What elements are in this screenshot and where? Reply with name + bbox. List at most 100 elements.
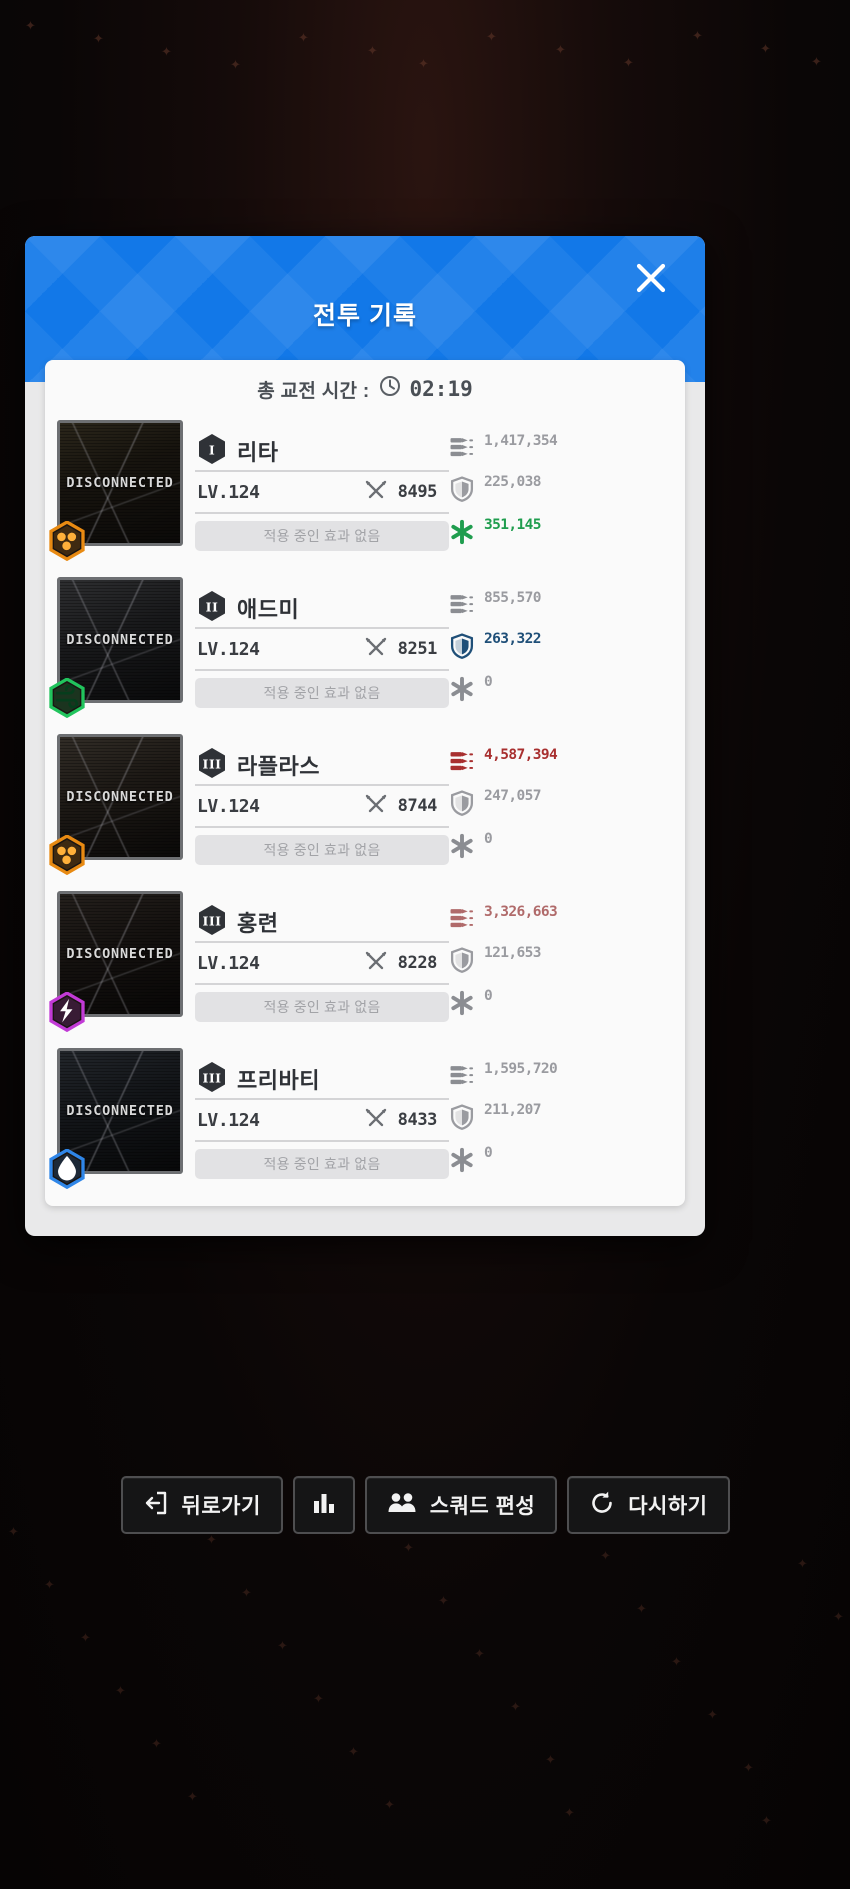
- stat-heal: 0: [449, 830, 669, 864]
- character-name-line: III 프리바티: [195, 1060, 449, 1100]
- svg-text:III: III: [202, 756, 221, 771]
- stat-damage: 3,326,663: [449, 903, 669, 935]
- character-info: III 라플라스 LV.124 8744 적용 중인 효과 없음: [185, 732, 449, 865]
- stat-heal: 0: [449, 673, 669, 707]
- squad-button-label: 스쿼드 편성: [429, 1495, 536, 1518]
- battle-record-modal: 전투 기록 총 교전 시간 : 02:19 DISCONNECTED I 리타 LV.…: [25, 236, 705, 1236]
- stat-tank: 247,057: [449, 787, 669, 821]
- character-name: 라플라스: [237, 754, 320, 779]
- stat-heal-value: 0: [484, 988, 493, 1004]
- kill-count-value: 8433: [397, 1110, 438, 1130]
- character-name: 애드미: [237, 597, 300, 622]
- shield-icon: [449, 630, 475, 664]
- character-row[interactable]: DISCONNECTED II 애드미 LV.124 8251 적용 중인 효과 없음 85…: [49, 575, 675, 723]
- rank-badge: II: [197, 590, 227, 627]
- kill-count-value: 8495: [397, 482, 438, 502]
- hex-fire-icon: [49, 520, 85, 562]
- stat-heal-value: 0: [484, 831, 493, 847]
- retry-button-label: 다시하기: [628, 1495, 708, 1518]
- hex-electric-icon: [49, 991, 85, 1033]
- character-row[interactable]: DISCONNECTED I 리타 LV.124 8495 적용 중인 효과 없음 1,41…: [49, 418, 675, 566]
- character-level: LV.124: [197, 952, 260, 974]
- disconnected-label: DISCONNECTED: [66, 1103, 174, 1119]
- character-info: III 홍련 LV.124 8228 적용 중인 효과 없음: [185, 889, 449, 1022]
- bullets-icon: [449, 746, 475, 778]
- character-info: III 프리바티 LV.124 8433 적용 중인 효과 없음: [185, 1046, 449, 1179]
- character-portrait-wrap: DISCONNECTED: [49, 418, 185, 562]
- kill-count-value: 8251: [397, 639, 438, 659]
- shield-icon: [449, 787, 475, 821]
- crossed-swords-icon: [364, 793, 388, 820]
- svg-text:II: II: [206, 599, 219, 614]
- svg-text:III: III: [202, 913, 221, 928]
- stat-tank-value: 121,653: [484, 945, 542, 961]
- character-stats: 4,587,394 247,057 0: [449, 732, 675, 864]
- character-name: 리타: [237, 440, 279, 465]
- character-name: 홍련: [237, 911, 279, 936]
- stats-button[interactable]: [292, 1476, 355, 1534]
- stat-damage: 1,595,720: [449, 1060, 669, 1092]
- character-row[interactable]: DISCONNECTED III 라플라스 LV.124 8744 적용 중인 효과 없음…: [49, 732, 675, 880]
- character-name-line: II 애드미: [195, 589, 449, 629]
- kill-count-group: 8251: [364, 636, 449, 663]
- stat-heal-value: 0: [484, 1145, 493, 1161]
- character-level-line: LV.124 8228: [195, 943, 449, 985]
- page-title: 전투 기록: [313, 302, 417, 330]
- character-stats: 1,417,354 225,038 351,145: [449, 418, 675, 550]
- stat-tank: 263,322: [449, 630, 669, 664]
- character-portrait-wrap: DISCONNECTED: [49, 889, 185, 1033]
- active-buff-label: 적용 중인 효과 없음: [195, 1149, 449, 1179]
- stat-tank: 211,207: [449, 1101, 669, 1135]
- bullets-icon: [449, 903, 475, 935]
- stat-damage-value: 1,417,354: [484, 433, 558, 449]
- shield-icon: [449, 473, 475, 507]
- total-battle-time-row: 총 교전 시간 : 02:19: [45, 360, 685, 418]
- battle-record-panel: 총 교전 시간 : 02:19 DISCONNECTED I 리타 LV.124 849…: [45, 360, 685, 1206]
- character-info: I 리타 LV.124 8495 적용 중인 효과 없음: [185, 418, 449, 551]
- shield-icon: [449, 944, 475, 978]
- back-button-label: 뒤로가기: [181, 1495, 261, 1518]
- stat-damage-value: 1,595,720: [484, 1061, 558, 1077]
- squad-button[interactable]: 스쿼드 편성: [364, 1476, 558, 1534]
- disconnected-label: DISCONNECTED: [66, 946, 174, 962]
- stat-damage-value: 3,326,663: [484, 904, 558, 920]
- active-buff-label: 적용 중인 효과 없음: [195, 678, 449, 708]
- character-row[interactable]: DISCONNECTED III 홍련 LV.124 8228 적용 중인 효과 없음 3,…: [49, 889, 675, 1037]
- character-level-line: LV.124 8251: [195, 629, 449, 671]
- bullets-icon: [449, 589, 475, 621]
- stat-tank-value: 247,057: [484, 788, 542, 804]
- background-sparkles-top: ✦ ✦ ✦ ✦ ✦ ✦ ✦ ✦ ✦ ✦ ✦ ✦ ✦: [25, 19, 822, 73]
- character-portrait-wrap: DISCONNECTED: [49, 575, 185, 719]
- stat-heal: 0: [449, 1144, 669, 1178]
- kill-count-group: 8744: [364, 793, 449, 820]
- rank-badge: III: [197, 1061, 227, 1098]
- disconnected-label: DISCONNECTED: [66, 789, 174, 805]
- character-level: LV.124: [197, 1109, 260, 1131]
- stat-heal: 351,145: [449, 516, 669, 550]
- crossed-swords-icon: [364, 479, 388, 506]
- character-level: LV.124: [197, 481, 260, 503]
- stat-heal-value: 351,145: [484, 517, 542, 533]
- character-stats: 855,570 263,322 0: [449, 575, 675, 707]
- retry-button[interactable]: 다시하기: [567, 1476, 730, 1534]
- exit-door-icon: [143, 1490, 169, 1521]
- character-info: II 애드미 LV.124 8251 적용 중인 효과 없음: [185, 575, 449, 708]
- asterisk-heal-icon: [449, 516, 475, 550]
- character-row[interactable]: DISCONNECTED III 프리바티 LV.124 8433 적용 중인 효과 없음…: [49, 1046, 675, 1194]
- crossed-swords-icon: [364, 636, 388, 663]
- hex-wind-icon: [49, 677, 85, 719]
- bullets-icon: [449, 432, 475, 464]
- character-name-line: I 리타: [195, 432, 449, 472]
- stat-tank-value: 225,038: [484, 474, 542, 490]
- active-buff-label: 적용 중인 효과 없음: [195, 992, 449, 1022]
- crossed-swords-icon: [364, 1107, 388, 1134]
- close-icon[interactable]: [627, 254, 675, 302]
- back-button[interactable]: 뒤로가기: [120, 1476, 283, 1534]
- character-level-line: LV.124 8495: [195, 472, 449, 514]
- character-name-line: III 라플라스: [195, 746, 449, 786]
- kill-count-value: 8228: [397, 953, 438, 973]
- character-portrait-wrap: DISCONNECTED: [49, 1046, 185, 1190]
- crossed-swords-icon: [364, 950, 388, 977]
- bottom-action-bar: 뒤로가기 스쿼드 편성 다시하기: [0, 1440, 850, 1570]
- character-level: LV.124: [197, 795, 260, 817]
